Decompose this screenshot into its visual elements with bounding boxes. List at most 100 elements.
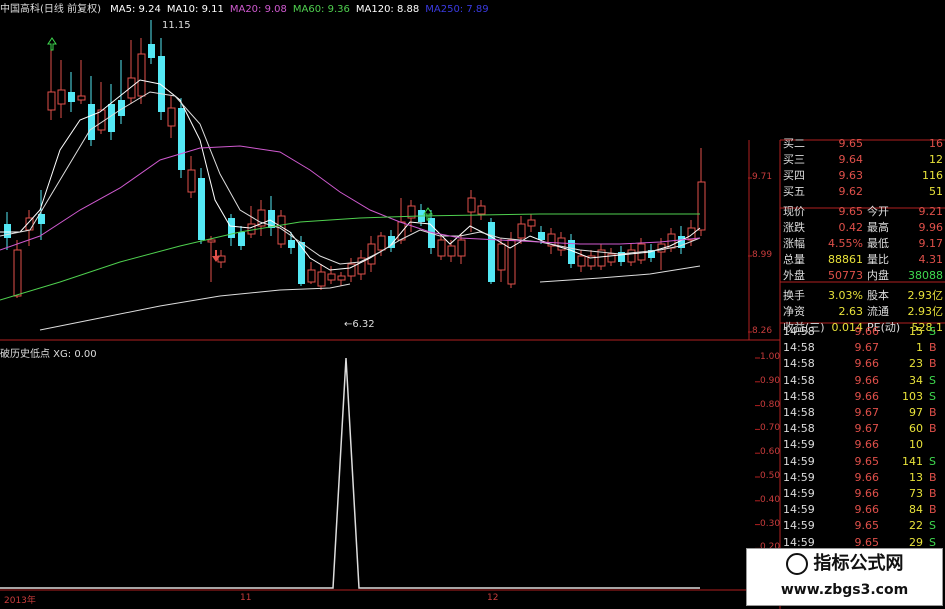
candle-body-up [457, 239, 466, 257]
quote-value: 9.63 [838, 169, 864, 182]
quote-label-2: 内盘 [867, 269, 889, 282]
indicator-axis-label: 0.90 [760, 375, 781, 386]
candle-body-up [577, 255, 586, 267]
price-axis-mid: 8.99 [752, 250, 773, 260]
tick-time: 14:59 [783, 487, 815, 500]
candle-body-up [337, 275, 346, 281]
candle-body-down [198, 178, 205, 240]
tick-time: 14:59 [783, 438, 815, 452]
chart-header: 中国高科(日线 前复权) MA5: 9.24 MA10: 9.11 MA20: 9.… [0, 2, 501, 18]
candle-body-up [207, 239, 216, 243]
quote-value-2: 16 [929, 137, 943, 150]
stock-title: 中国高科(日线 前复权) [0, 4, 101, 15]
candle-body-down [238, 232, 245, 246]
candle-body-up [627, 249, 636, 263]
candle-body-up [127, 77, 136, 99]
tick-side: B [929, 341, 937, 355]
candle-body-up [477, 205, 486, 215]
tick-volume: 60 [909, 422, 923, 436]
quote-label: 买三 [783, 153, 805, 166]
candle-body-down [538, 232, 545, 240]
candle-body-down [288, 240, 295, 248]
candle-body-down [298, 242, 305, 284]
quote-label: 换手 [783, 289, 805, 302]
indicator-axis-label: 0.30 [760, 518, 781, 529]
tick-volume: 34 [909, 373, 923, 387]
candle-body-up [517, 223, 526, 239]
quote-label-2: 今开 [867, 205, 889, 218]
candle-body-up [137, 53, 146, 97]
quote-row: 涨幅 4.55% 最低 9.17 [781, 236, 945, 252]
tick-volume: 13 [909, 470, 923, 484]
candle-body-up [367, 243, 376, 265]
tick-price: 9.66 [854, 470, 880, 484]
candle-body-up [77, 95, 86, 101]
quote-value: 88861 [828, 253, 863, 266]
indicator-axis-label: 1.00 [760, 352, 781, 362]
quote-row: 买五 9.62 51 [781, 184, 945, 200]
quote-row: 买二 9.65 16 [781, 136, 945, 152]
quote-label: 买四 [783, 169, 805, 182]
candle-body-down [108, 104, 115, 132]
candle-body-down [488, 222, 495, 282]
quote-label-2: 股本 [867, 289, 889, 302]
candle-body-up [97, 109, 106, 131]
tick-volume: 10 [909, 438, 923, 452]
tick-row: 14:58 9.67 97 B [781, 405, 945, 421]
quote-value-2: 116 [922, 169, 943, 182]
quote-value: 9.65 [838, 137, 864, 150]
quote-row: 换手 3.03% 股本 2.93亿 [781, 288, 945, 304]
quote-value-2: 2.93亿 [907, 289, 944, 302]
tick-price: 9.66 [854, 357, 880, 371]
tick-price: 9.66 [854, 325, 880, 338]
tick-time: 14:59 [783, 470, 815, 484]
date-label-year: 2013年 [4, 596, 36, 606]
quote-row: 净资 2.63 流通 2.93亿 [781, 304, 945, 320]
candle-body-up [327, 273, 336, 281]
ma120-line-right [539, 265, 701, 283]
quote-label: 现价 [783, 205, 805, 218]
candle-body-up [277, 215, 286, 245]
candle-body-up [447, 245, 456, 257]
tick-time: 14:58 [783, 422, 815, 436]
quote-row: 总量 88861 量比 4.31 [781, 252, 945, 268]
tick-volume: 103 [902, 389, 923, 403]
ma-legend-item: MA120: 8.88 [355, 4, 420, 15]
ma-legend-item: MA250: 7.89 [425, 4, 489, 15]
tick-side: B [929, 503, 937, 517]
tick-price: 9.65 [854, 519, 880, 533]
tick-time: 14:59 [783, 454, 815, 468]
tick-time: 14:58 [783, 389, 815, 403]
tick-side: S [929, 325, 936, 338]
candle-body-down [88, 104, 95, 140]
quote-value: 9.64 [838, 153, 864, 166]
candle-body-down [4, 224, 11, 238]
quote-row: 买四 9.63 116 [781, 168, 945, 184]
tick-price: 9.65 [854, 454, 880, 468]
quote-row: 外盘 50773 内盘 38088 [781, 268, 945, 284]
indicator-axis-label: 0.50 [760, 471, 781, 481]
indicator-axis-label: 0.40 [760, 494, 781, 505]
tick-price: 9.67 [854, 406, 880, 419]
tick-volume: 15 [909, 325, 923, 338]
tick-row: 14:59 9.65 22 S [781, 518, 945, 534]
quote-row: 涨跌 0.42 最高 9.96 [781, 220, 945, 236]
high-annotation: 11.15 [162, 20, 191, 31]
low-annotation: ←6.32 [344, 319, 375, 330]
tick-time: 14:58 [783, 325, 815, 338]
quote-value-2: 2.93亿 [907, 305, 944, 318]
quote-label: 总量 [783, 253, 805, 266]
quote-label: 涨跌 [783, 221, 805, 234]
tick-price: 9.66 [854, 389, 880, 403]
quote-value-2: 9.17 [918, 237, 944, 250]
candle-body-up [527, 219, 536, 227]
tick-row: 14:58 9.67 60 B [781, 421, 945, 437]
ma-legend-item: MA10: 9.11 [166, 4, 224, 15]
ma20-line [0, 145, 701, 251]
quote-value: 0.42 [838, 221, 864, 234]
candle-body-up [13, 249, 22, 297]
tick-side: B [929, 406, 937, 419]
quote-label: 外盘 [783, 269, 805, 282]
indicator-axis-label: 0.70 [760, 423, 781, 434]
candle-body-down [178, 108, 185, 170]
